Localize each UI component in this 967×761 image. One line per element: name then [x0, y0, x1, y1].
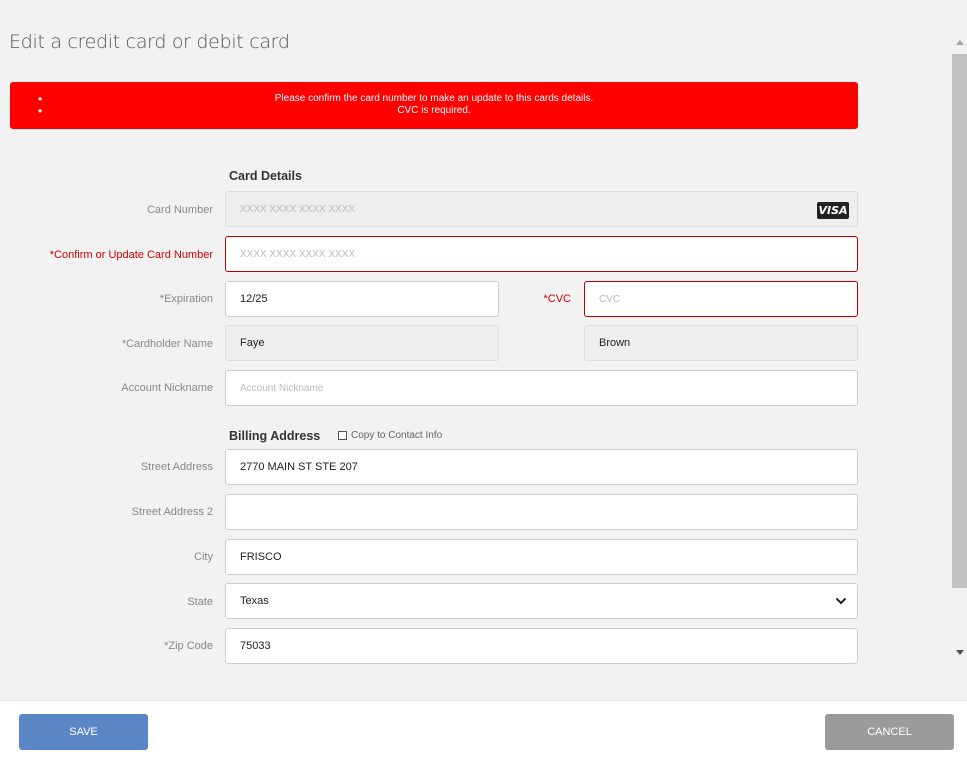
card-details-heading: Card Details: [229, 169, 302, 183]
card-number-label: Card Number: [146, 204, 213, 216]
cvc-input[interactable]: CVC: [584, 281, 858, 317]
cardholder-name-label: *Cardholder Name: [121, 338, 213, 350]
modal-footer: SAVE CANCEL: [0, 700, 967, 761]
street-address-label: Street Address: [140, 461, 213, 473]
city-input[interactable]: FRISCO: [225, 539, 858, 575]
checkbox-icon[interactable]: [338, 431, 347, 440]
cardholder-last-name-field: Brown: [584, 325, 858, 361]
confirm-card-number-input[interactable]: XXXX XXXX XXXX XXXX: [225, 236, 858, 272]
scroll-down-icon[interactable]: [956, 650, 964, 655]
state-select[interactable]: Texas: [225, 583, 858, 619]
cardholder-first-name: Faye: [240, 337, 265, 349]
zip-code-label: *Zip Code: [164, 640, 213, 652]
city-value: FRISCO: [240, 551, 282, 563]
cvc-label: *CVC: [543, 293, 571, 305]
expiration-value: 12/25: [240, 293, 268, 305]
zip-code-input[interactable]: 75033: [225, 628, 858, 664]
state-label: State: [187, 596, 213, 608]
street-address-value: 2770 MAIN ST STE 207: [240, 461, 358, 473]
street-address-2-input[interactable]: [225, 494, 858, 530]
card-number-placeholder: XXXX XXXX XXXX XXXX: [240, 203, 356, 215]
error-alert: • • Please confirm the card number to ma…: [10, 82, 858, 129]
billing-address-heading: Billing Address: [229, 429, 321, 443]
street-address-input[interactable]: 2770 MAIN ST STE 207: [225, 449, 858, 485]
cardholder-first-name-field: Faye: [225, 325, 499, 361]
city-label: City: [194, 551, 213, 563]
visa-icon: VISA: [817, 202, 849, 219]
copy-to-contact-checkbox[interactable]: Copy to Contact Info: [338, 430, 442, 441]
error-message: Please confirm the card number to make a…: [274, 93, 594, 104]
confirm-card-number-label: *Confirm or Update Card Number: [49, 249, 213, 261]
confirm-card-number-placeholder: XXXX XXXX XXXX XXXX: [240, 248, 356, 260]
modal-title: Edit a credit card or debit card: [9, 31, 290, 53]
street-address-2-label: Street Address 2: [131, 506, 213, 518]
account-nickname-label: Account Nickname: [121, 382, 213, 394]
copy-to-contact-label: Copy to Contact Info: [351, 430, 443, 441]
account-nickname-placeholder: Account Nickname: [240, 382, 324, 394]
cardholder-last-name: Brown: [599, 337, 631, 349]
zip-code-value: 75033: [240, 640, 271, 652]
scrollbar-thumb[interactable]: [952, 54, 967, 588]
expiration-label: *Expiration: [159, 293, 213, 305]
cancel-button[interactable]: CANCEL: [825, 714, 954, 750]
state-value: Texas: [240, 595, 269, 607]
card-number-field: XXXX XXXX XXXX XXXX VISA: [225, 191, 858, 227]
expiration-input[interactable]: 12/25: [225, 281, 499, 317]
account-nickname-input[interactable]: Account Nickname: [225, 370, 858, 406]
cvc-placeholder: CVC: [599, 293, 621, 305]
save-button[interactable]: SAVE: [19, 714, 148, 750]
error-message: CVC is required.: [397, 105, 471, 116]
chevron-down-icon: [836, 598, 846, 605]
scroll-up-icon[interactable]: [956, 40, 964, 45]
